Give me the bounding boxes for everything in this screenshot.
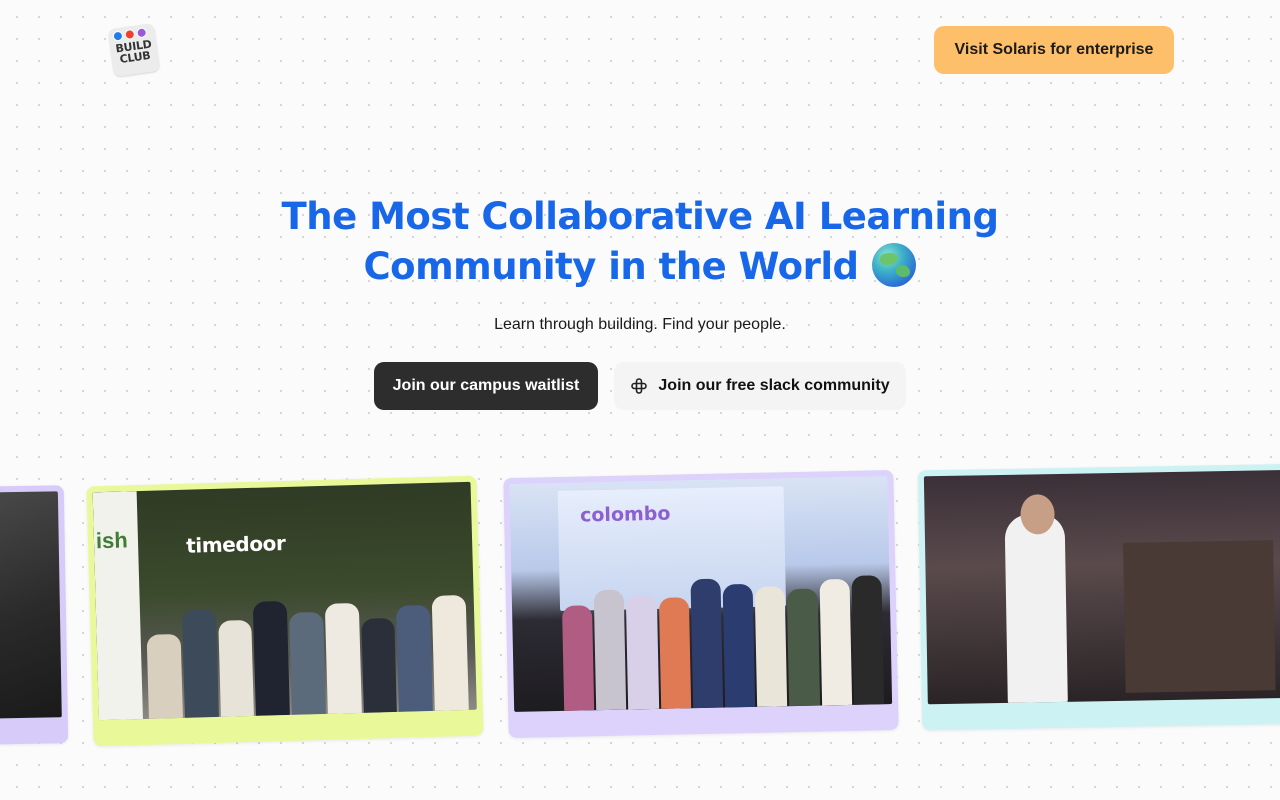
photo-wall-sign: timedoor (185, 530, 286, 558)
event-photo: ish timedoor (92, 481, 477, 721)
logo-wordmark: BUILD CLUB (114, 37, 153, 67)
join-slack-community-button[interactable]: Join our free slack community (614, 362, 906, 410)
event-photo (923, 469, 1280, 705)
gallery-photo-card: colombo (503, 469, 899, 739)
photo-group-of-people (146, 590, 469, 719)
photo-group-of-people (561, 554, 885, 711)
build-club-logo[interactable]: BUILD CLUB (107, 23, 161, 77)
logo-dot-red (124, 28, 136, 41)
join-campus-waitlist-button[interactable]: Join our campus waitlist (374, 362, 598, 410)
visit-solaris-enterprise-button[interactable]: Visit Solaris for enterprise (934, 26, 1174, 74)
gallery-photo-card: ish timedoor (86, 475, 484, 747)
photo-window (1123, 540, 1276, 693)
hero-subtitle: Learn through building. Find your people… (494, 316, 786, 333)
photo-speaker (1004, 513, 1068, 705)
photo-screen-text: colombo (579, 502, 671, 527)
hero-title-line-1: The Most Collaborative AI Learning (281, 195, 999, 238)
hero-title-line-2: Community in the World (363, 245, 859, 288)
photo-side-text: ish (95, 527, 129, 554)
gallery-photo-card (0, 485, 69, 745)
event-photo: colombo (509, 476, 893, 712)
logo-dot-purple (136, 27, 148, 39)
globe-icon (872, 243, 917, 287)
slack-button-label: Join our free slack community (658, 377, 890, 394)
event-photo (0, 491, 62, 719)
slack-icon (631, 378, 648, 394)
hero-title: The Most Collaborative AI Learning Commu… (200, 192, 1080, 292)
photo-side-banner: ish (92, 491, 143, 721)
logo-dot-blue (112, 30, 124, 42)
gallery-photo-card (917, 463, 1280, 731)
